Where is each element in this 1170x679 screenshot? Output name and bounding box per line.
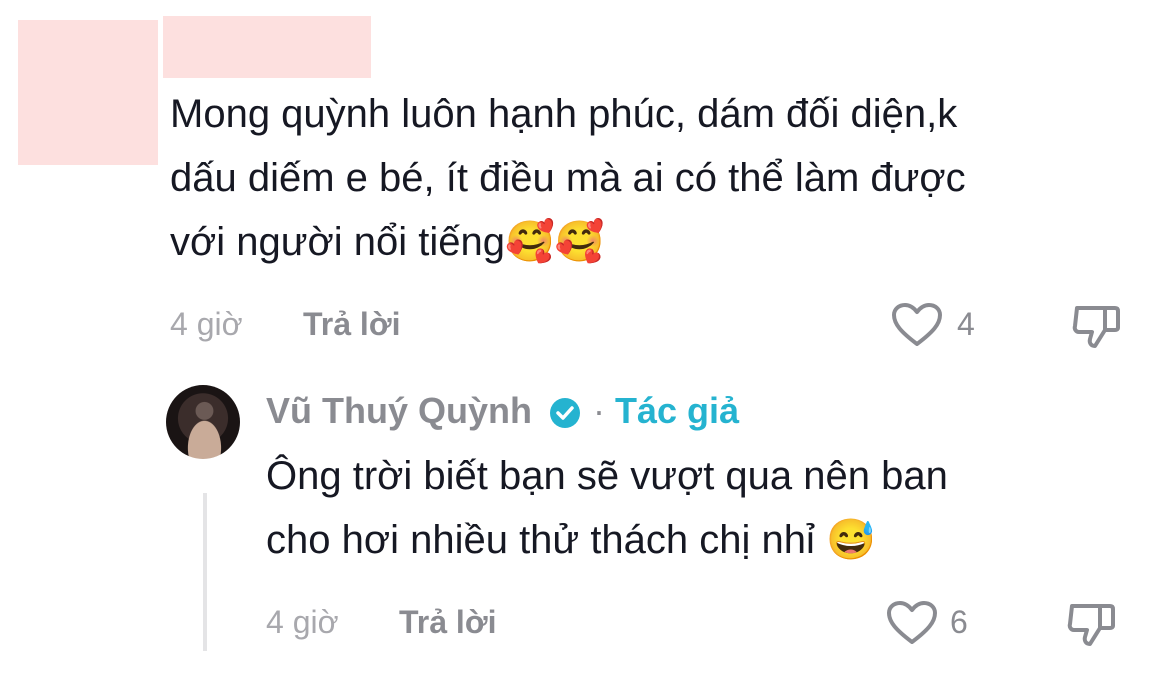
reply-text: Ông trời biết bạn sẽ vượt qua nên ban ch…	[266, 444, 948, 572]
reply-like-count: 6	[950, 604, 968, 640]
comment-text: Mong quỳnh luôn hạnh phúc, dám đối diện,…	[170, 82, 966, 274]
thumbs-down-icon[interactable]	[1071, 302, 1123, 360]
comment-like-count: 4	[957, 306, 975, 342]
comment-line: với người nổi tiếng🥰🥰	[170, 220, 605, 264]
author-avatar[interactable]	[166, 385, 240, 459]
comment-line: Mong quỳnh luôn hạnh phúc, dám đối diện,…	[170, 92, 958, 136]
reply-time: 4 giờ	[266, 604, 339, 640]
reply-meta-row: 4 giờ Trả lời 6	[0, 601, 1170, 646]
verified-badge-icon	[549, 397, 581, 434]
comment-line: dấu diếm e bé, ít điều mà ai có thể làm …	[170, 156, 966, 200]
author-name[interactable]: Vũ Thuý Quỳnh	[266, 390, 532, 432]
commenter-name-redacted	[163, 16, 371, 78]
separator-dot: ·	[593, 390, 605, 431]
commenter-avatar-redacted	[18, 20, 158, 165]
reply-line: cho hơi nhiều thử thách chị nhỉ 😅	[266, 518, 876, 562]
thumbs-down-icon[interactable]	[1066, 600, 1118, 658]
heart-outline-icon[interactable]	[886, 600, 938, 654]
heart-outline-icon[interactable]	[891, 302, 943, 356]
reply-reply-button[interactable]: Trả lời	[399, 604, 496, 641]
reply-line: Ông trời biết bạn sẽ vượt qua nên ban	[266, 454, 948, 498]
comment-meta-row: 4 giờ Trả lời 4	[0, 303, 1170, 348]
comment-time: 4 giờ	[170, 306, 243, 342]
comment-reply-button[interactable]: Trả lời	[303, 306, 400, 343]
author-tag: Tác giả	[615, 390, 740, 431]
